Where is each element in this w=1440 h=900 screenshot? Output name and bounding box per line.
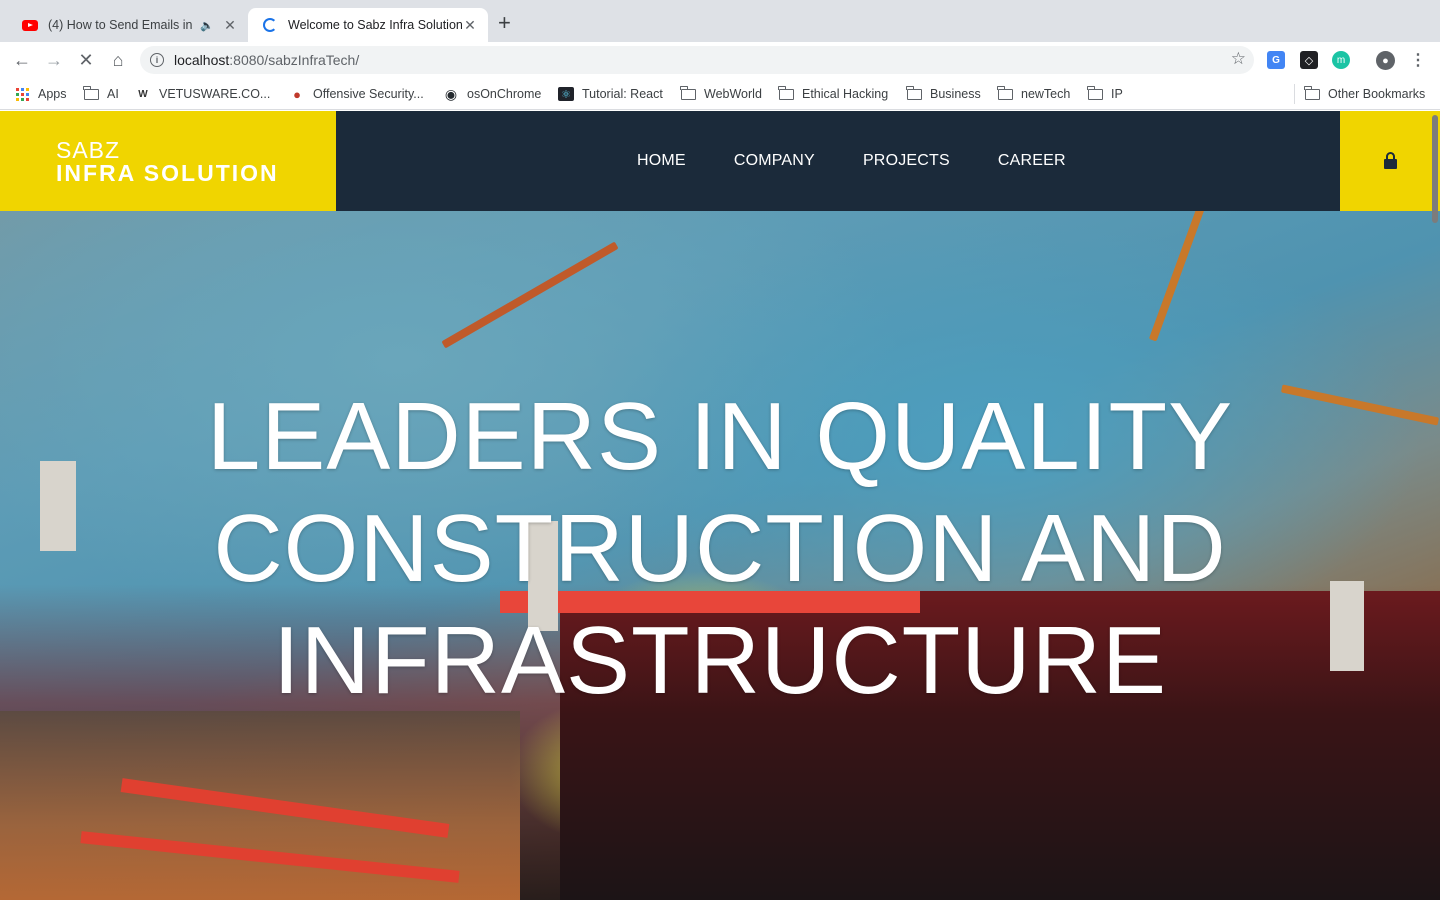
tab-close-icon[interactable]: ✕ (222, 17, 238, 34)
nav-career-link[interactable]: CAREER (998, 152, 1066, 170)
tab-close-icon[interactable]: ✕ (462, 17, 478, 34)
bookmark-label: Business (930, 87, 981, 101)
nav-home-link[interactable]: HOME (637, 152, 686, 170)
back-arrow-icon[interactable]: ← (10, 48, 34, 72)
bookmark-apps[interactable]: Apps (14, 84, 67, 104)
m-extension-icon[interactable]: m (1332, 51, 1350, 69)
bookmark-other[interactable]: Other Bookmarks (1294, 84, 1425, 104)
bookmark-newtech[interactable]: newTech (997, 84, 1070, 104)
bookmark-label: Ethical Hacking (802, 87, 889, 101)
forward-arrow-icon[interactable]: → (42, 48, 66, 72)
home-icon[interactable]: ⌂ (106, 48, 130, 72)
translate-extension-icon[interactable]: G (1267, 51, 1285, 69)
folder-icon (83, 85, 99, 101)
nav-projects-link[interactable]: PROJECTS (863, 152, 950, 170)
bookmark-offsec[interactable]: ● Offensive Security... (289, 84, 424, 104)
browser-tab-active[interactable]: Welcome to Sabz Infra Solution ✕ (248, 8, 488, 42)
browser-tabstrip: (4) How to Send Emails in P 🔈 ✕ Welcome … (0, 0, 1440, 42)
bookmark-label: Offensive Security... (313, 87, 424, 101)
login-button[interactable] (1340, 111, 1440, 211)
bookmark-label: newTech (1021, 87, 1071, 101)
bookmark-label: osOnChrome (467, 87, 542, 101)
bookmark-osonchrome[interactable]: ◉ osOnChrome (443, 84, 541, 104)
bookmark-react[interactable]: ⚛ Tutorial: React (558, 84, 663, 104)
hero-image-detail (1148, 188, 1212, 342)
github-icon: ◉ (444, 85, 458, 102)
bookmark-vetusware[interactable]: W VETUSWARE.CO... (135, 84, 270, 104)
bookmark-label: Other Bookmarks (1328, 87, 1426, 101)
bookmark-star-icon[interactable]: ☆ (1231, 49, 1246, 69)
stop-loading-icon[interactable]: ✕ (74, 48, 98, 72)
hero-headline: LEADERS IN QUALITY CONSTRUCTION AND INFR… (206, 383, 1234, 714)
youtube-icon (22, 17, 38, 33)
loading-spinner-icon (262, 17, 278, 33)
profile-icon[interactable]: ● (1376, 51, 1395, 70)
folder-icon (1087, 85, 1103, 101)
nav-company-link[interactable]: COMPANY (734, 152, 815, 170)
info-icon[interactable]: i (150, 53, 164, 67)
folder-icon (997, 85, 1013, 101)
bookmark-ethical-hacking[interactable]: Ethical Hacking (778, 84, 888, 104)
main-nav: HOME COMPANY PROJECTS CAREER (613, 111, 1090, 211)
browser-toolbar: ← → ✕ ⌂ i localhost:8080/sabzInfraTech/ … (0, 42, 1440, 78)
bookmark-ai[interactable]: AI (83, 84, 119, 104)
site-header: SABZ INFRA SOLUTION HOME COMPANY PROJECT… (0, 111, 1440, 211)
bookmark-label: Tutorial: React (582, 87, 663, 101)
bookmark-business[interactable]: Business (906, 84, 981, 104)
logo-line-2: INFRA SOLUTION (56, 160, 279, 186)
bookmark-ip[interactable]: IP (1087, 84, 1123, 104)
offsec-icon: ● (293, 86, 301, 102)
react-icon: ⚛ (558, 87, 574, 101)
site-logo[interactable]: SABZ INFRA SOLUTION (0, 111, 336, 211)
bookmark-label: WebWorld (704, 87, 762, 101)
vetusware-icon: W (138, 88, 148, 100)
speaker-icon[interactable]: 🔈 (200, 19, 214, 32)
new-tab-button[interactable]: + (498, 12, 511, 34)
hero-image-detail (40, 461, 76, 551)
folder-icon (1304, 85, 1320, 101)
bookmarks-bar: Apps AI W VETUSWARE.CO... ● Offensive Se… (0, 78, 1440, 110)
bookmark-label: VETUSWARE.CO... (159, 87, 271, 101)
apps-grid-icon (14, 87, 30, 101)
menu-kebab-icon[interactable]: ⋮ (1409, 51, 1427, 69)
folder-icon (680, 85, 696, 101)
page-viewport: SABZ INFRA SOLUTION HOME COMPANY PROJECT… (0, 111, 1440, 900)
bookmark-webworld[interactable]: WebWorld (680, 84, 762, 104)
tab-title: Welcome to Sabz Infra Solution (288, 18, 462, 32)
bookmark-label: Apps (38, 87, 67, 101)
page-scrollbar[interactable] (1432, 115, 1438, 223)
tab-title: (4) How to Send Emails in P (48, 18, 193, 32)
browser-tab-youtube[interactable]: (4) How to Send Emails in P 🔈 ✕ (8, 8, 248, 42)
code-extension-icon[interactable]: ◇ (1300, 51, 1318, 69)
bookmark-label: IP (1111, 87, 1123, 101)
bookmark-label: AI (107, 87, 119, 101)
address-bar[interactable]: i localhost:8080/sabzInfraTech/ ☆ (140, 46, 1254, 74)
folder-icon (778, 85, 794, 101)
lock-icon (1383, 152, 1397, 169)
hero-image-detail (441, 241, 619, 349)
url-text: localhost:8080/sabzInfraTech/ (174, 52, 360, 68)
hero-image-detail (1330, 581, 1364, 671)
folder-icon (906, 85, 922, 101)
